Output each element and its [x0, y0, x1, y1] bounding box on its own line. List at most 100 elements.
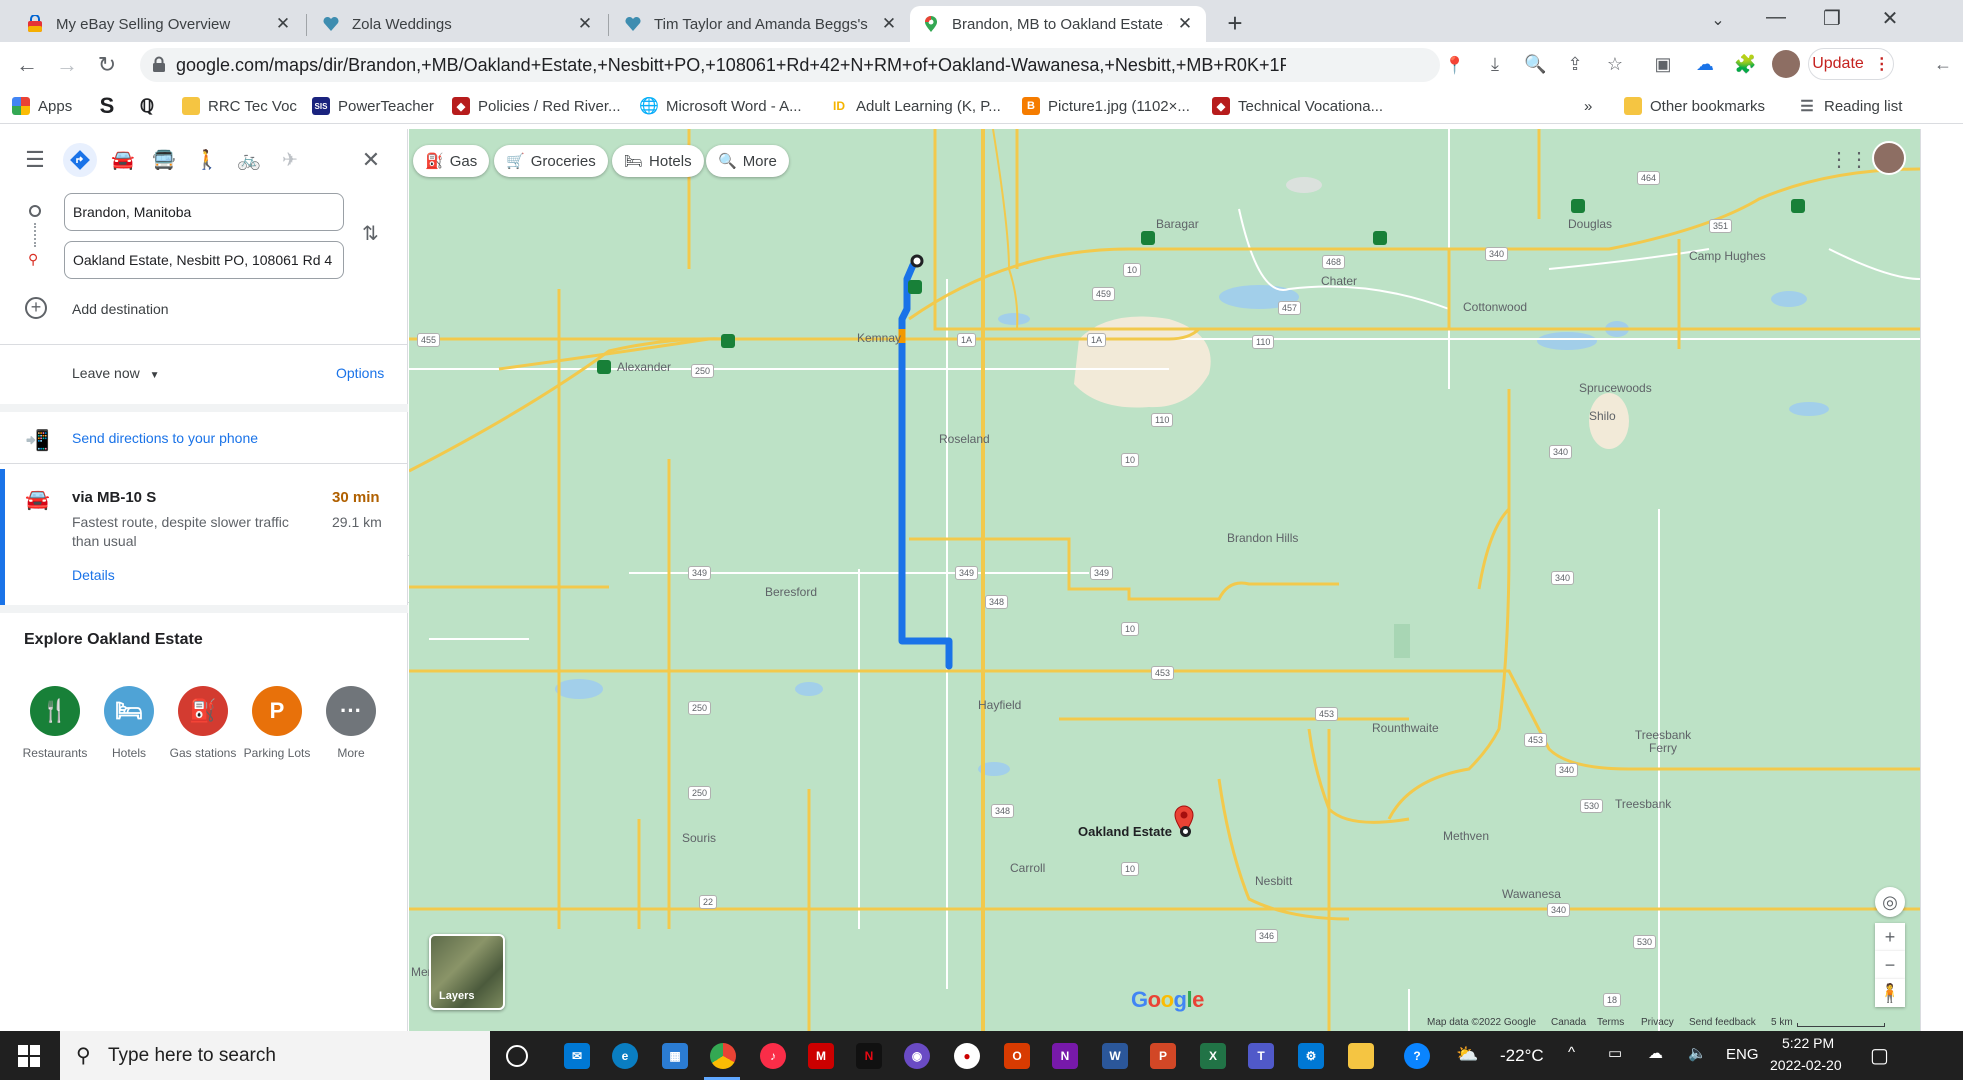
- minimize-icon[interactable]: —: [1756, 6, 1796, 29]
- forward-arrow-icon[interactable]: →: [52, 50, 82, 80]
- onedrive-cloud-icon[interactable]: ☁: [1648, 1044, 1663, 1062]
- volume-icon[interactable]: 🔈: [1688, 1044, 1707, 1062]
- footer-terms-link[interactable]: Terms: [1597, 1017, 1624, 1028]
- excel-icon[interactable]: X: [1200, 1043, 1226, 1069]
- account-avatar[interactable]: [1872, 141, 1906, 175]
- bookmark-star-icon[interactable]: ☆: [1604, 54, 1626, 76]
- layers-button[interactable]: Layers: [429, 934, 505, 1010]
- close-icon[interactable]: ✕: [1176, 14, 1194, 34]
- back-arrow-icon[interactable]: ←: [12, 50, 42, 80]
- cloud-extension-icon[interactable]: ☁: [1694, 54, 1716, 76]
- bookmark-s-logo[interactable]: S: [98, 93, 124, 118]
- tray-chevron-icon[interactable]: ^: [1568, 1044, 1575, 1061]
- close-icon[interactable]: ✕: [576, 14, 594, 34]
- footer-feedback-link[interactable]: Send feedback: [1689, 1017, 1756, 1028]
- tab-zola-couple[interactable]: Tim Taylor and Amanda Beggs's \ ✕: [612, 6, 910, 42]
- bookmark-apps[interactable]: Apps: [12, 94, 72, 118]
- explore-more[interactable]: ··· More: [316, 686, 386, 760]
- chrome-icon[interactable]: [710, 1043, 736, 1069]
- control-panel-icon[interactable]: ⚙: [1298, 1043, 1324, 1069]
- word-icon[interactable]: W: [1102, 1043, 1128, 1069]
- route-details-link[interactable]: Details: [72, 567, 115, 583]
- reload-icon[interactable]: ↻: [92, 50, 122, 80]
- options-link[interactable]: Options: [336, 365, 384, 381]
- walking-mode-icon[interactable]: 🚶: [190, 143, 224, 177]
- weather-temp[interactable]: -22°C: [1500, 1046, 1544, 1066]
- my-location-icon[interactable]: ◎: [1875, 887, 1905, 917]
- update-button[interactable]: Update ⋮: [1808, 48, 1894, 80]
- hamburger-menu-icon[interactable]: ☰: [18, 143, 52, 177]
- powerpoint-icon[interactable]: P: [1150, 1043, 1176, 1069]
- install-icon[interactable]: ⤓: [1484, 54, 1506, 76]
- chip-hotels[interactable]: 🛏 Hotels: [612, 145, 704, 177]
- notifications-icon[interactable]: ▢: [1870, 1043, 1889, 1068]
- scale-label[interactable]: 5 km: [1771, 1017, 1793, 1028]
- share-icon[interactable]: ⇪: [1564, 54, 1586, 76]
- transit-mode-icon[interactable]: 🚍: [147, 143, 181, 177]
- window-close-icon[interactable]: ✕: [1870, 6, 1910, 31]
- explore-gas-stations[interactable]: ⛽ Gas stations: [168, 686, 238, 760]
- office-icon[interactable]: O: [1004, 1043, 1030, 1069]
- zoom-out-icon[interactable]: −: [1875, 951, 1905, 979]
- explore-restaurants[interactable]: 🍴 Restaurants: [20, 686, 90, 760]
- bookmark-other[interactable]: Other bookmarks: [1624, 94, 1765, 118]
- bookmark-rrc[interactable]: RRC Tec Voc: [182, 94, 297, 118]
- more-bookmarks-chevron-icon[interactable]: »: [1584, 94, 1592, 118]
- close-icon[interactable]: ✕: [274, 14, 292, 34]
- zoom-in-icon[interactable]: +: [1875, 923, 1905, 951]
- footer-canada-link[interactable]: Canada: [1551, 1017, 1586, 1028]
- store-icon[interactable]: ▦: [662, 1043, 688, 1069]
- bookmark-powerteacher[interactable]: SIS PowerTeacher: [312, 94, 434, 118]
- windows-start-icon[interactable]: [18, 1045, 40, 1072]
- bookmark-technical[interactable]: ◆ Technical Vocationa...: [1212, 94, 1383, 118]
- map-canvas[interactable]: ⛽ Gas 🛒 Groceries 🛏 Hotels 🔍 More ⋮⋮⋮ Baraga…: [409, 129, 1920, 1031]
- zoom-icon[interactable]: 🔍: [1524, 54, 1546, 76]
- onenote-icon[interactable]: N: [1052, 1043, 1078, 1069]
- leave-now-dropdown[interactable]: Leave now ▼: [72, 365, 160, 381]
- bookmark-adult-learning[interactable]: ID Adult Learning (K, P...: [830, 94, 1001, 118]
- tab-zola[interactable]: Zola Weddings ✕: [310, 6, 606, 42]
- add-destination-icon[interactable]: +: [25, 297, 47, 319]
- footer-privacy-link[interactable]: Privacy: [1641, 1017, 1674, 1028]
- language-indicator[interactable]: ENG: [1726, 1046, 1759, 1063]
- bookmark-policies[interactable]: ◆ Policies / Red River...: [452, 94, 621, 118]
- best-route-mode-icon[interactable]: [63, 143, 97, 177]
- restore-icon[interactable]: ❐: [1812, 6, 1852, 31]
- help-icon[interactable]: ?: [1404, 1043, 1430, 1069]
- add-destination-button[interactable]: Add destination: [72, 301, 169, 317]
- weather-cloud-icon[interactable]: ⛅: [1456, 1044, 1478, 1065]
- media-icon[interactable]: ●: [954, 1043, 980, 1069]
- send-directions-link[interactable]: Send directions to your phone: [72, 430, 258, 446]
- clock-time[interactable]: 5:22 PM: [1782, 1035, 1834, 1051]
- location-pin-icon[interactable]: 📍: [1444, 56, 1465, 76]
- mail-icon[interactable]: ✉: [564, 1043, 590, 1069]
- itunes-icon[interactable]: ♪: [760, 1043, 786, 1069]
- taskbar-search-input[interactable]: ⚲ Type here to search: [60, 1031, 490, 1080]
- tab-google-maps[interactable]: Brandon, MB to Oakland Estate - ✕: [910, 6, 1206, 42]
- netflix-icon[interactable]: N: [856, 1043, 882, 1069]
- pegman-icon[interactable]: 🧍: [1875, 979, 1905, 1007]
- tab-search-chevron-icon[interactable]: ⌄: [1698, 10, 1738, 30]
- swap-directions-icon[interactable]: ⇅: [362, 221, 379, 246]
- reading-list[interactable]: ☰ Reading list: [1798, 94, 1902, 118]
- cycling-mode-icon[interactable]: 🚲: [232, 143, 266, 177]
- new-tab-plus-icon[interactable]: +: [1220, 8, 1250, 39]
- bookmark-search[interactable]: ℚ: [138, 94, 164, 118]
- cortana-icon[interactable]: [506, 1045, 528, 1067]
- teams-icon[interactable]: T: [1248, 1043, 1274, 1069]
- chip-more[interactable]: 🔍 More: [706, 145, 789, 177]
- explore-parking[interactable]: P Parking Lots: [242, 686, 312, 760]
- clock-date[interactable]: 2022-02-20: [1770, 1057, 1842, 1073]
- route-card[interactable]: 🚘 via MB-10 S 30 min 29.1 km Fastest rou…: [0, 469, 408, 605]
- origin-input[interactable]: Brandon, Manitoba: [64, 193, 344, 231]
- chip-gas[interactable]: ⛽ Gas: [413, 145, 490, 177]
- file-explorer-icon[interactable]: [1348, 1043, 1374, 1069]
- edge-icon[interactable]: e: [612, 1043, 638, 1069]
- podcast-icon[interactable]: ◉: [904, 1043, 930, 1069]
- extension-icon[interactable]: ▣: [1652, 54, 1674, 76]
- tab-ebay[interactable]: My eBay Selling Overview ✕: [14, 6, 304, 42]
- bookmark-picture[interactable]: B Picture1.jpg (1102×...: [1022, 94, 1190, 118]
- close-icon[interactable]: ✕: [880, 14, 898, 34]
- car-mode-icon[interactable]: 🚘: [106, 143, 140, 177]
- destination-input[interactable]: Oakland Estate, Nesbitt PO, 108061 Rd 4: [64, 241, 344, 279]
